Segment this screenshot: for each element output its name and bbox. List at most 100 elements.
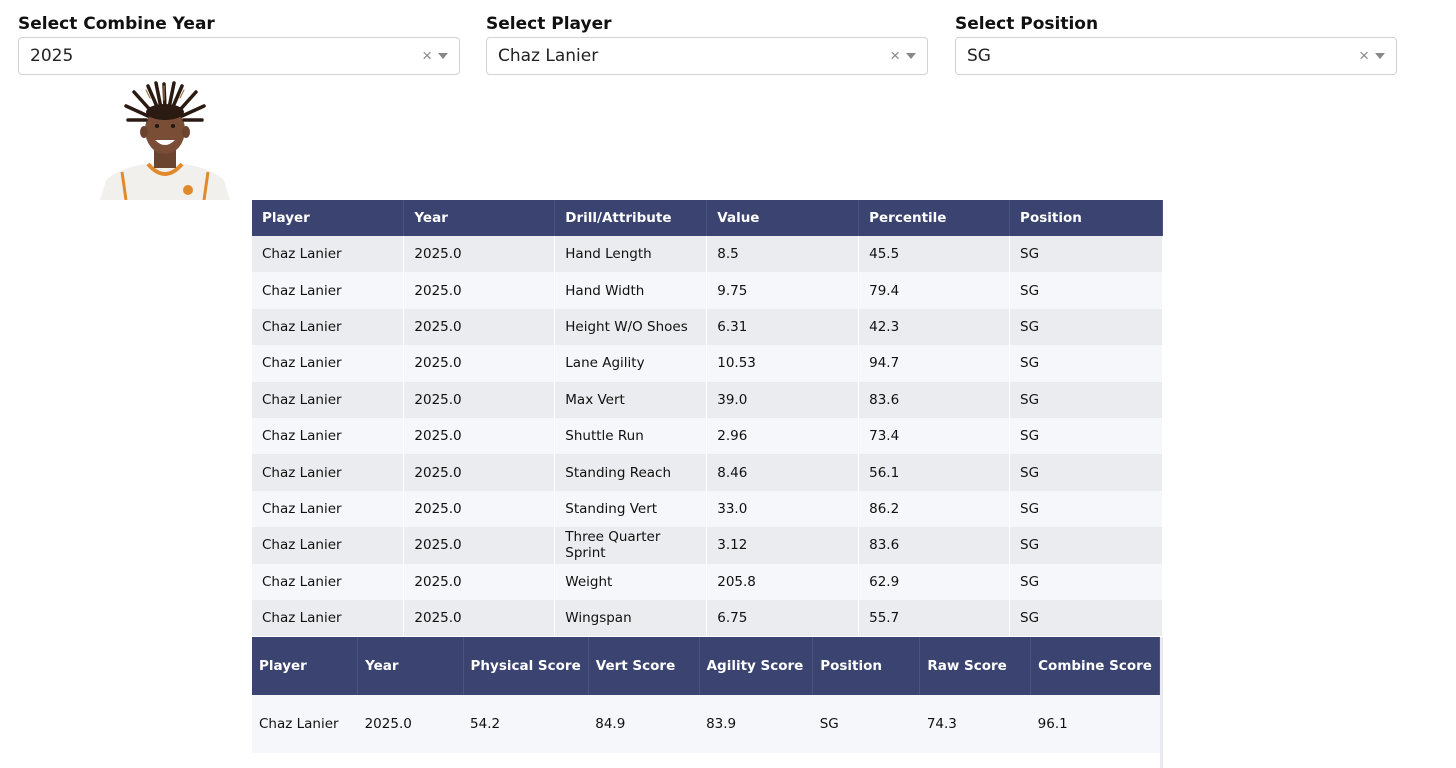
cell-year: 2025.0: [403, 272, 556, 309]
position-label: Select Position: [955, 14, 1099, 34]
cell-percentile: 86.2: [858, 490, 1011, 528]
cell-value: 2.96: [706, 417, 860, 455]
column-header-physical-score[interactable]: Physical Score: [463, 637, 589, 695]
cell-position: SG: [1009, 381, 1163, 418]
cell-value: 6.31: [706, 308, 860, 346]
cell-drill: Max Vert: [554, 381, 708, 418]
cell-vert-score: 84.9: [588, 695, 700, 753]
cell-year: 2025.0: [403, 236, 556, 273]
cell-agility-score: 83.9: [699, 695, 813, 753]
cell-drill: Height W/O Shoes: [554, 308, 708, 346]
cell-value: 8.46: [706, 454, 860, 491]
cell-player: Chaz Lanier: [252, 563, 405, 600]
cell-value: 205.8: [706, 563, 860, 600]
cell-player: Chaz Lanier: [252, 272, 405, 309]
player-headshot-icon: [100, 81, 230, 200]
table-row: Chaz Lanier 2025.0 Standing Vert 33.0 86…: [252, 490, 1163, 528]
cell-year: 2025.0: [357, 695, 464, 753]
combine-score-table: Player Year Physical Score Vert Score Ag…: [252, 637, 1160, 753]
cell-year: 2025.0: [403, 381, 556, 418]
cell-value: 33.0: [706, 490, 860, 528]
cell-player: Chaz Lanier: [252, 236, 405, 273]
column-header-value[interactable]: Value: [706, 200, 860, 236]
cell-position: SG: [1009, 527, 1163, 564]
chevron-down-icon[interactable]: [1375, 53, 1385, 59]
table-scroll-edge: [1160, 637, 1163, 768]
cell-year: 2025.0: [403, 454, 556, 491]
cell-player: Chaz Lanier: [252, 381, 405, 418]
cell-percentile: 62.9: [858, 563, 1011, 600]
player-dropdown[interactable]: Chaz Lanier ×: [486, 37, 928, 75]
column-header-drill[interactable]: Drill/Attribute: [554, 200, 708, 236]
cell-player: Chaz Lanier: [252, 345, 405, 382]
cell-percentile: 83.6: [858, 381, 1011, 418]
cell-percentile: 56.1: [858, 454, 1011, 491]
column-header-player[interactable]: Player: [252, 637, 359, 695]
position-dropdown[interactable]: SG ×: [955, 37, 1397, 75]
cell-position: SG: [1009, 345, 1163, 382]
column-header-position[interactable]: Position: [1009, 200, 1163, 236]
cell-year: 2025.0: [403, 345, 556, 382]
cell-value: 9.75: [706, 272, 860, 309]
table-row: Chaz Lanier 2025.0 Three Quarter Sprint …: [252, 527, 1163, 564]
cell-position: SG: [1009, 599, 1163, 637]
cell-drill: Lane Agility: [554, 345, 708, 382]
table-row: Chaz Lanier 2025.0 Hand Length 8.5 45.5 …: [252, 236, 1163, 273]
column-header-percentile[interactable]: Percentile: [858, 200, 1011, 236]
cell-percentile: 73.4: [858, 417, 1011, 455]
table-row: Chaz Lanier 2025.0 Weight 205.8 62.9 SG: [252, 563, 1163, 600]
column-header-year[interactable]: Year: [403, 200, 556, 236]
player-value: Chaz Lanier: [498, 46, 599, 66]
chevron-down-icon[interactable]: [906, 53, 916, 59]
player-label: Select Player: [486, 14, 612, 34]
cell-drill: Wingspan: [554, 599, 708, 637]
cell-year: 2025.0: [403, 308, 556, 346]
cell-position: SG: [1009, 272, 1163, 309]
player-headshot: [100, 80, 230, 200]
table-row: Chaz Lanier 2025.0 Height W/O Shoes 6.31…: [252, 308, 1163, 346]
column-header-agility-score[interactable]: Agility Score: [699, 637, 814, 695]
cell-combine-score: 96.1: [1030, 695, 1160, 753]
combine-year-dropdown[interactable]: 2025 ×: [18, 37, 460, 75]
clear-icon[interactable]: ×: [422, 38, 432, 74]
cell-player: Chaz Lanier: [252, 454, 405, 491]
chevron-down-icon[interactable]: [438, 53, 448, 59]
cell-value: 8.5: [706, 236, 860, 273]
table-row: Chaz Lanier 2025.0 54.2 84.9 83.9 SG 74.…: [252, 695, 1160, 753]
cell-player: Chaz Lanier: [252, 490, 405, 528]
table-row: Chaz Lanier 2025.0 Max Vert 39.0 83.6 SG: [252, 381, 1163, 418]
column-header-position[interactable]: Position: [812, 637, 921, 695]
cell-year: 2025.0: [403, 490, 556, 528]
cell-percentile: 42.3: [858, 308, 1011, 346]
cell-player: Chaz Lanier: [252, 308, 405, 346]
position-filter: Select Position SG ×: [955, 12, 1397, 75]
cell-percentile: 45.5: [858, 236, 1011, 273]
cell-value: 3.12: [706, 527, 860, 564]
position-value: SG: [967, 46, 991, 66]
table-row: Chaz Lanier 2025.0 Lane Agility 10.53 94…: [252, 345, 1163, 382]
table-header-row: Player Year Drill/Attribute Value Percen…: [252, 200, 1163, 236]
combine-year-value: 2025: [30, 46, 74, 66]
column-header-raw-score[interactable]: Raw Score: [919, 637, 1032, 695]
cell-drill: Weight: [554, 563, 708, 600]
cell-position: SG: [1009, 454, 1163, 491]
cell-drill: Hand Length: [554, 236, 708, 273]
column-header-player[interactable]: Player: [252, 200, 405, 236]
cell-position: SG: [1009, 563, 1163, 600]
clear-icon[interactable]: ×: [890, 38, 900, 74]
cell-position: SG: [1009, 236, 1163, 273]
cell-drill: Three Quarter Sprint: [554, 527, 708, 564]
cell-value: 39.0: [706, 381, 860, 418]
clear-icon[interactable]: ×: [1359, 38, 1369, 74]
cell-year: 2025.0: [403, 417, 556, 455]
table-row: Chaz Lanier 2025.0 Standing Reach 8.46 5…: [252, 454, 1163, 491]
cell-position: SG: [1009, 417, 1163, 455]
column-header-year[interactable]: Year: [357, 637, 464, 695]
cell-raw-score: 74.3: [919, 695, 1031, 753]
column-header-combine-score[interactable]: Combine Score: [1030, 637, 1160, 695]
column-header-vert-score[interactable]: Vert Score: [588, 637, 700, 695]
drill-results-table: Player Year Drill/Attribute Value Percen…: [252, 200, 1163, 637]
cell-player: Chaz Lanier: [252, 599, 405, 637]
cell-drill: Shuttle Run: [554, 417, 708, 455]
combine-year-label: Select Combine Year: [18, 14, 215, 34]
